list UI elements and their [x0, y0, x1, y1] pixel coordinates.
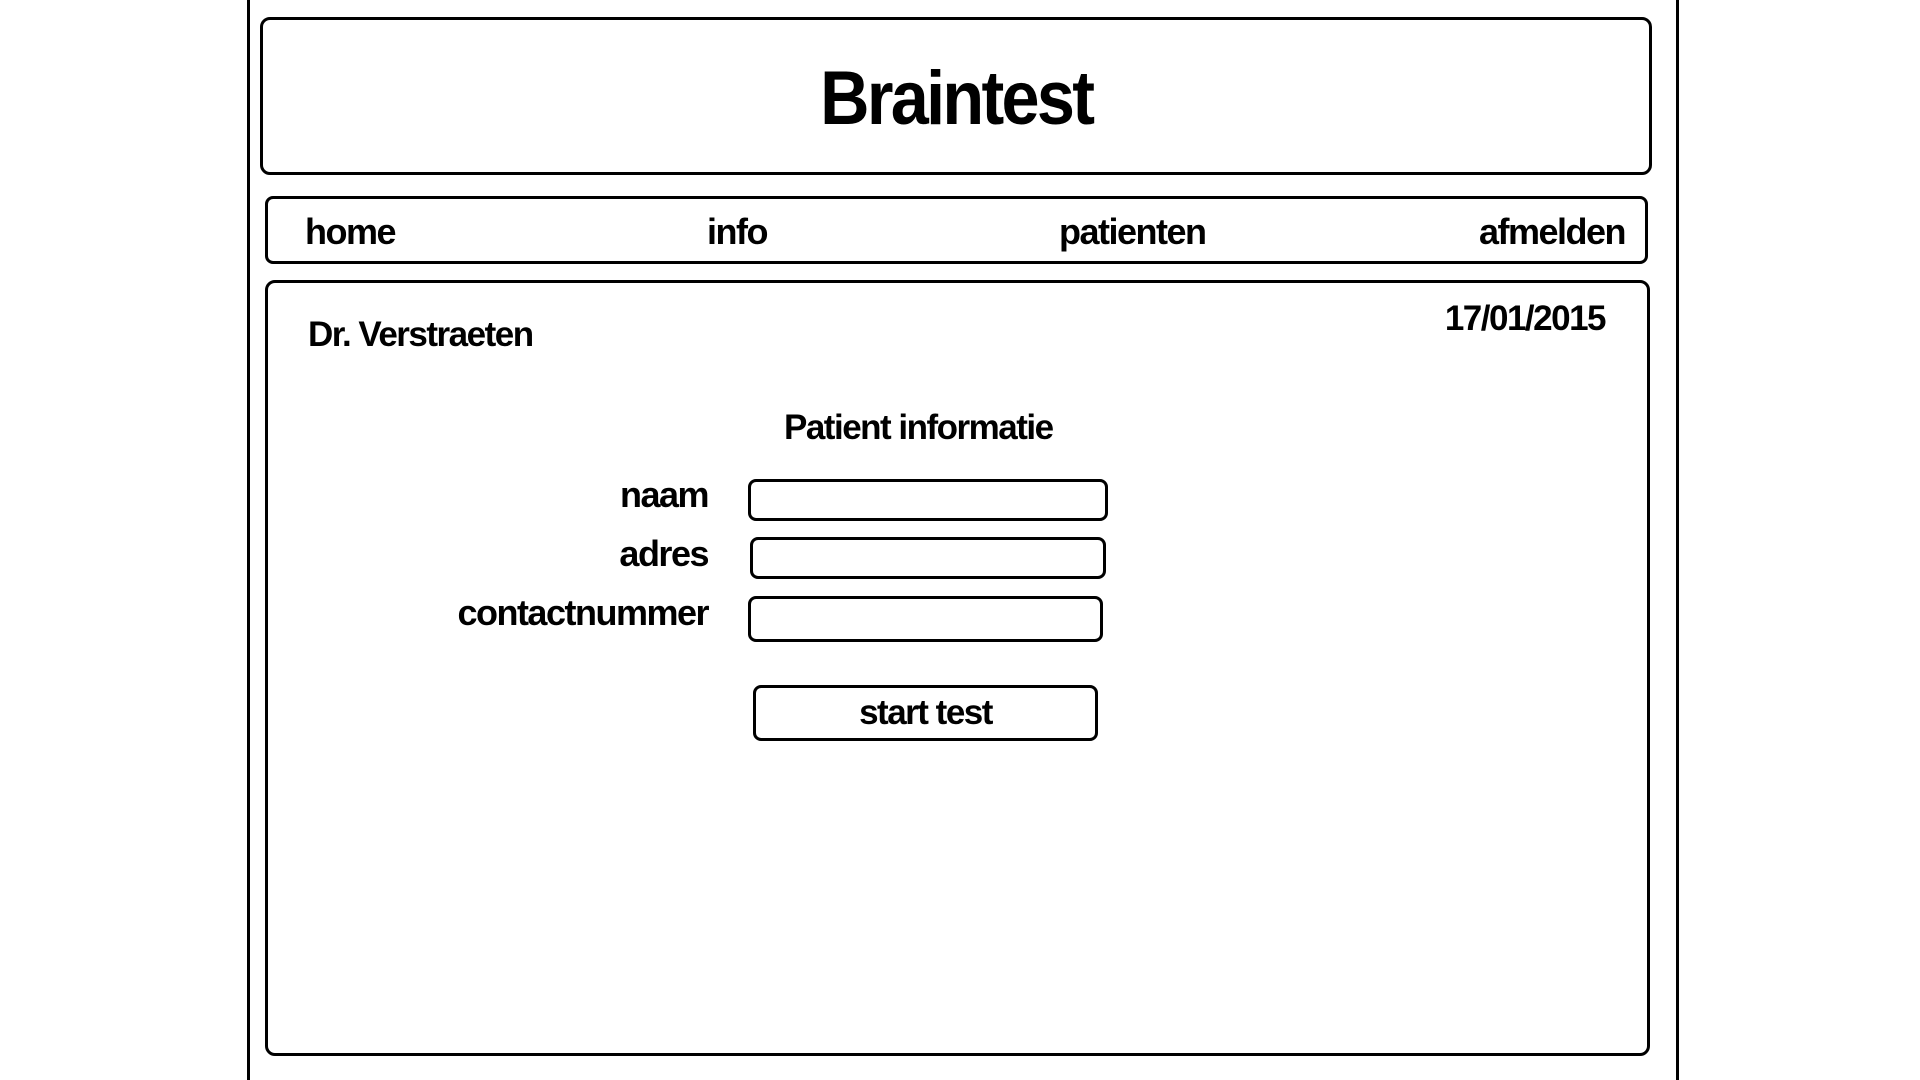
- adres-label: adres: [619, 533, 709, 574]
- contactnummer-label: contactnummer: [457, 592, 709, 633]
- adres-field[interactable]: [750, 537, 1106, 579]
- app-title: Braintest: [819, 55, 1095, 141]
- nav-item-home[interactable]: home: [305, 211, 397, 253]
- contactnummer-field[interactable]: [748, 596, 1103, 642]
- main-panel: Dr. Verstraeten 17/01/2015 Patient infor…: [265, 280, 1650, 1056]
- form-labels: naam adres contactnummer: [368, 283, 710, 1053]
- nav-item-afmelden[interactable]: afmelden: [1479, 211, 1627, 253]
- nav-item-info[interactable]: info: [707, 211, 768, 253]
- main-nav: home info patienten afmelden: [265, 196, 1648, 264]
- nav-item-patienten[interactable]: patienten: [1059, 211, 1207, 253]
- app-header: Braintest: [260, 17, 1652, 175]
- naam-field[interactable]: [748, 479, 1108, 521]
- naam-label: naam: [619, 474, 710, 515]
- current-date: 17/01/2015: [1444, 299, 1607, 338]
- start-test-button[interactable]: start test: [753, 685, 1098, 741]
- form-title: Patient informatie: [784, 408, 1054, 447]
